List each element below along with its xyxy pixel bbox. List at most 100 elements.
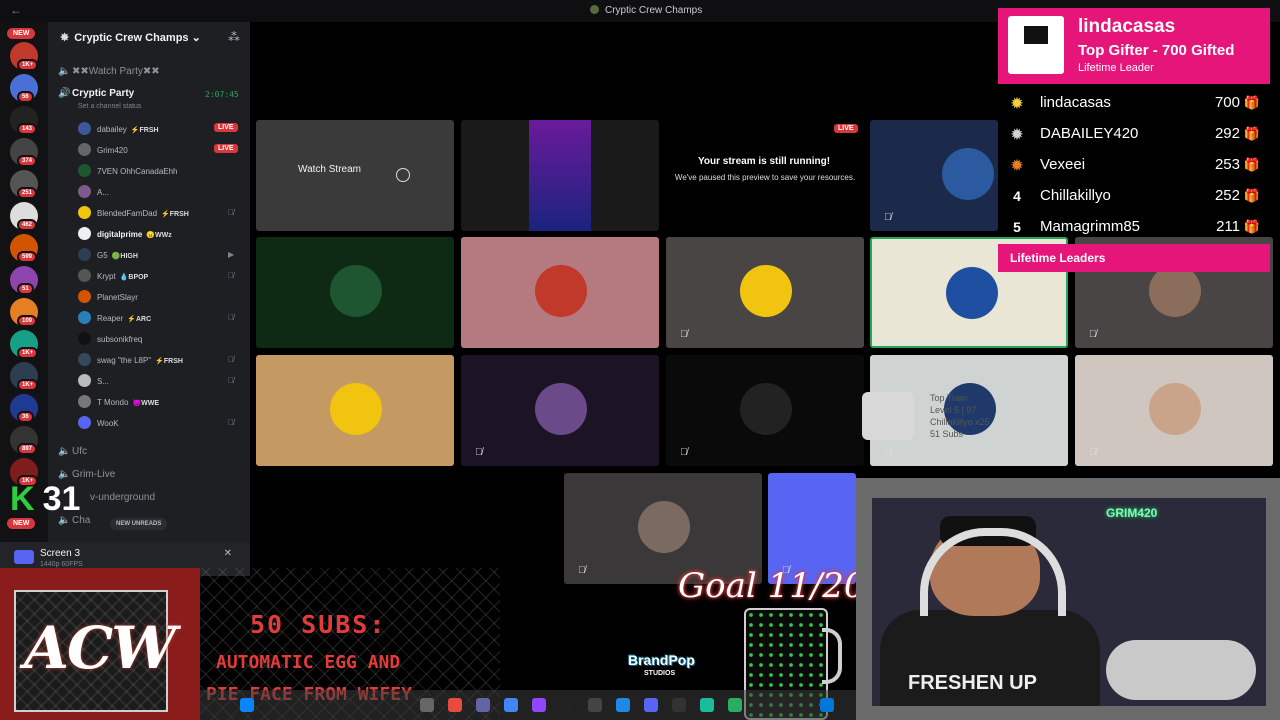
edge-icon[interactable] <box>820 698 834 712</box>
stream-tile[interactable] <box>461 120 659 231</box>
teams-icon[interactable] <box>476 698 490 712</box>
stream-preview <box>529 120 591 231</box>
window-title: Cryptic Crew Champs <box>590 5 702 16</box>
avatar <box>330 265 382 317</box>
voice-user[interactable]: PlanetSlayr <box>78 290 138 306</box>
speaker-icon: 🔊 <box>58 88 71 99</box>
voice-timer: 2:07:45 <box>205 90 239 99</box>
voice-user[interactable]: Grim420 <box>78 143 128 159</box>
participant-tile[interactable] <box>256 355 454 466</box>
top-gifter-line: Top Gifter - 700 Gifted <box>1078 42 1235 59</box>
participant-tile[interactable]: 🎙̸ <box>666 355 864 466</box>
guild-header[interactable]: ✸ Cryptic Crew Champs ⌄ <box>60 31 201 44</box>
avatar <box>78 122 91 135</box>
chrome-icon[interactable] <box>504 698 518 712</box>
server-icon[interactable]: 462 <box>10 202 38 231</box>
invite-icon[interactable]: ⁂ <box>228 30 240 44</box>
server-icon[interactable]: 51 <box>10 266 38 295</box>
channel-ufc[interactable]: 🔈 Ufc <box>58 446 87 457</box>
twitch-icon[interactable] <box>532 698 546 712</box>
channel-grim-live[interactable]: 🔈 Grim-Live <box>58 469 115 480</box>
start-icon[interactable] <box>240 698 254 712</box>
server-icon[interactable]: 109 <box>10 298 38 327</box>
app-icon[interactable] <box>672 698 686 712</box>
participant-tile[interactable]: 🎙̸ <box>1075 355 1273 466</box>
leaderboard-header: lindacasas Top Gifter - 700 Gifted Lifet… <box>998 8 1270 84</box>
discord-icon[interactable] <box>644 698 658 712</box>
voice-user[interactable]: WooK <box>78 416 119 432</box>
acw-logo-box: ACW <box>0 568 200 720</box>
new-pill[interactable]: NEW <box>7 28 36 39</box>
avatar <box>78 416 91 429</box>
server-icon[interactable]: 143 <box>10 106 38 135</box>
voice-user[interactable]: S... <box>78 374 109 390</box>
app-icon[interactable] <box>700 698 714 712</box>
voice-user[interactable]: G5 🟢HIGH <box>78 248 138 264</box>
voice-user[interactable]: Krypt 💧BPOP <box>78 269 148 285</box>
server-icon[interactable]: 251 <box>10 170 38 199</box>
channel-watch-party[interactable]: 🔈 ✖✖Watch Party✖✖ <box>58 66 160 77</box>
mute-icon: 🎙̸ <box>228 271 234 280</box>
app-icon[interactable] <box>448 698 462 712</box>
back-arrow-icon[interactable]: ← <box>10 3 22 17</box>
speaker-icon: 🔈 <box>58 469 71 480</box>
new-unreads-pill[interactable]: NEW UNREADS <box>110 518 168 530</box>
voice-user[interactable]: digitalprime 😠WWz <box>78 227 172 243</box>
app-icon[interactable] <box>728 698 742 712</box>
taskbar <box>200 690 856 720</box>
watch-stream-button[interactable]: Watch Stream <box>298 164 361 175</box>
leaderboard-row: ✹ lindacasas 700 🎁 <box>998 88 1270 118</box>
participant-tile[interactable]: 🎙̸ <box>870 120 998 231</box>
voice-user[interactable]: dabailey ⚡FRSH <box>78 122 159 138</box>
guild-icon: ✸ <box>60 32 70 44</box>
voice-user[interactable]: swag "the L8P" ⚡FRSH <box>78 353 183 369</box>
server-icon[interactable]: 1K+ <box>10 362 39 391</box>
voice-user[interactable]: BlendedFamDad ⚡FRSH <box>78 206 189 222</box>
screen-icon <box>14 550 34 564</box>
live-badge: LIVE <box>214 144 238 153</box>
channel-status[interactable]: Set a channel status <box>78 103 141 110</box>
live-badge: LIVE <box>834 124 858 133</box>
screen-resolution: 1440p 60FPS <box>40 561 83 568</box>
voice-user[interactable]: A... <box>78 185 109 201</box>
paused-title: Your stream is still running! <box>697 156 831 167</box>
popout-icon[interactable] <box>396 168 410 182</box>
server-icon[interactable]: 1K+ <box>10 330 39 359</box>
server-icon[interactable]: 1K+ <box>10 42 39 71</box>
participant-tile[interactable]: 🎙̸ <box>461 355 659 466</box>
channel-cryptic-party[interactable]: 🔊 Cryptic Party <box>58 88 134 99</box>
voice-user[interactable]: Reaper ⚡ARC <box>78 311 151 327</box>
channel-underground[interactable]: v-underground <box>90 492 155 503</box>
leaderboard-row: 4 Chillakillyo 252 🎁 <box>1013 187 1260 204</box>
terminal-icon[interactable] <box>560 698 574 712</box>
gift-icon: 🎁 <box>1243 95 1260 110</box>
shirt-text: FRESHEN UP <box>908 672 1037 694</box>
close-icon[interactable]: ✕ <box>224 548 232 559</box>
chevron-down-icon: ⌄ <box>191 32 201 44</box>
server-icon[interactable]: 897 <box>10 426 38 455</box>
server-icon[interactable]: 56 <box>10 74 38 103</box>
gift-icon: 🎁 <box>1243 219 1260 234</box>
participant-tile[interactable]: 🎙̸ <box>666 237 864 348</box>
new-pill-bottom[interactable]: NEW <box>7 518 36 529</box>
app-icon[interactable] <box>616 698 630 712</box>
voice-user[interactable]: subsonikfreq <box>78 332 142 348</box>
stream-tile[interactable]: Watch Stream <box>256 120 454 231</box>
voice-user[interactable]: 7VEN OhhCanadaEhh <box>78 164 178 180</box>
participant-tile[interactable] <box>461 237 659 348</box>
mute-icon: 🎙̸ <box>475 447 483 458</box>
server-icon[interactable]: 599 <box>10 234 38 263</box>
mute-icon: 🎙̸ <box>680 329 688 340</box>
voice-user[interactable]: T Mondo 😈WWE <box>78 395 159 411</box>
avatar <box>942 148 994 200</box>
app-icon[interactable] <box>588 698 602 712</box>
avatar <box>78 185 91 198</box>
server-icon[interactable]: 36 <box>10 394 38 423</box>
championship-belt <box>1106 640 1256 700</box>
app-icon[interactable] <box>420 698 434 712</box>
mute-icon: 🎙̸ <box>228 418 234 427</box>
avatar <box>740 383 792 435</box>
avatar <box>638 501 690 553</box>
participant-tile[interactable] <box>256 237 454 348</box>
server-icon[interactable]: 374 <box>10 138 38 167</box>
